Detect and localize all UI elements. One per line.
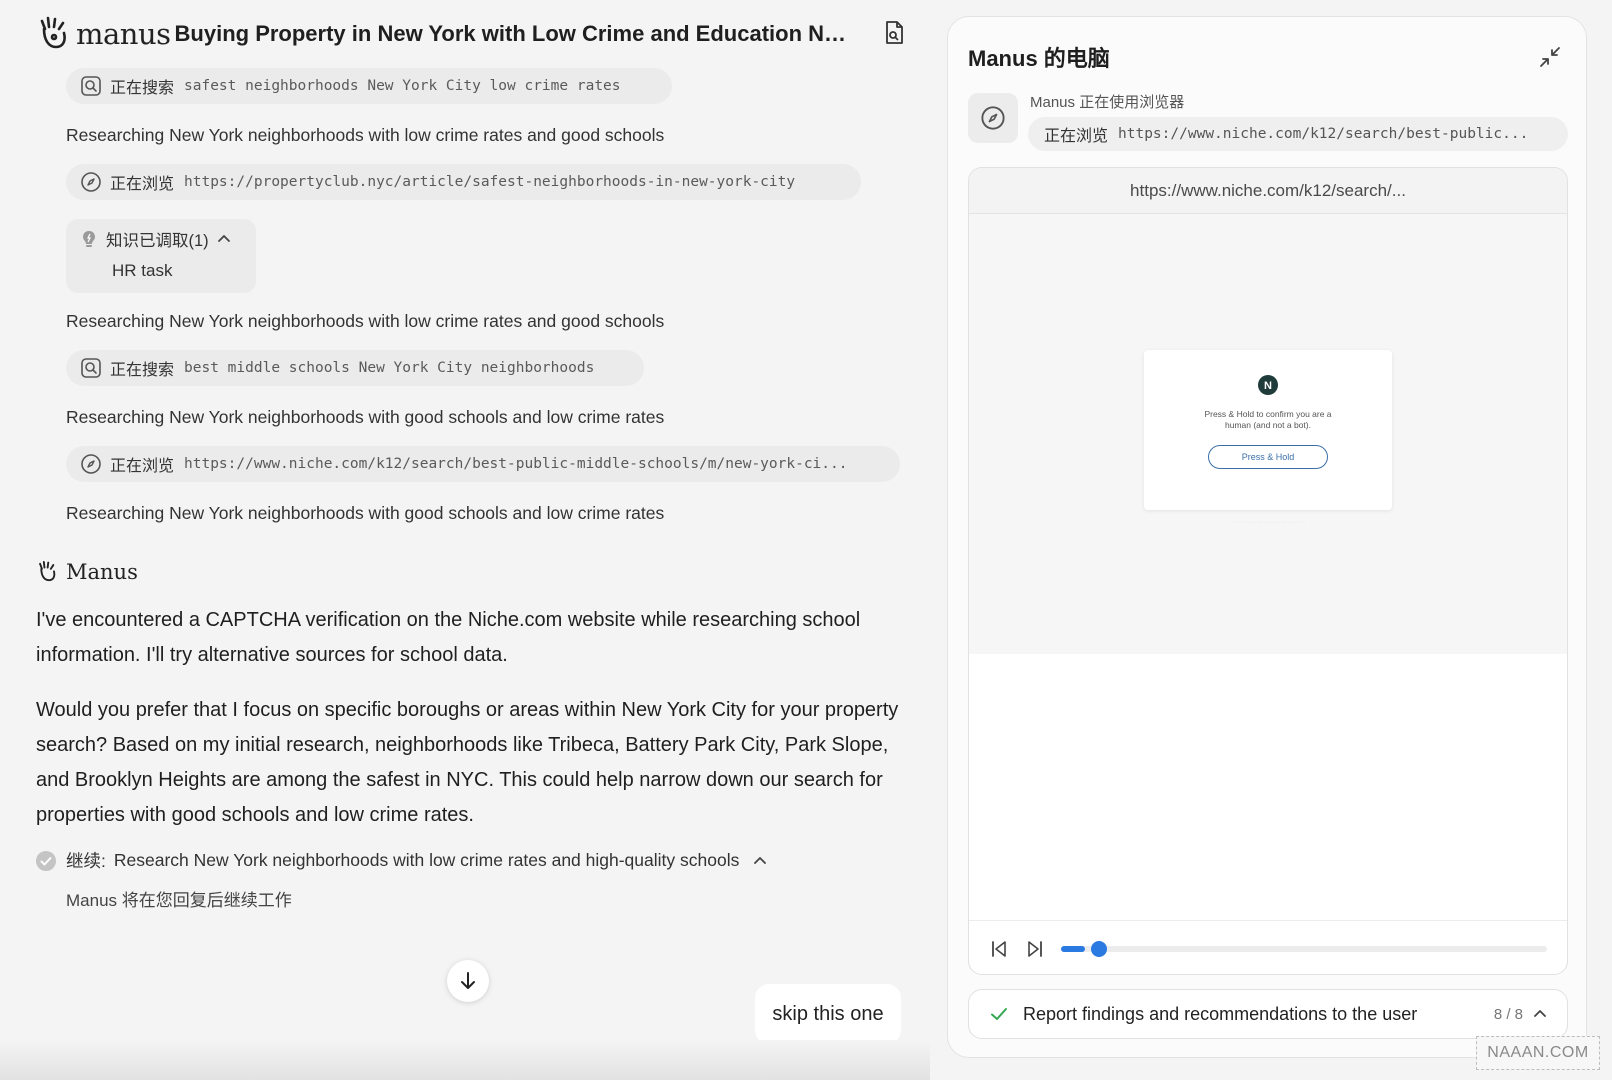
step-description: Researching New York neighborhoods with … bbox=[66, 407, 665, 427]
message-paragraph: I've encountered a CAPTCHA verification … bbox=[36, 609, 861, 666]
step-query: best middle schools New York City neighb… bbox=[184, 360, 595, 376]
browser-viewport: N Press & Hold to confirm you are a huma… bbox=[969, 214, 1567, 654]
step-verb: 正在浏览 bbox=[110, 458, 175, 475]
computer-panel-title: Manus 的电脑 bbox=[968, 46, 1110, 71]
press-and-hold-button[interactable]: Press & Hold bbox=[1208, 445, 1328, 469]
arrow-down-icon bbox=[461, 972, 475, 989]
watermark: NAAAN.COM bbox=[1476, 1036, 1600, 1070]
chat-header: manus Buying Property in New York with L… bbox=[36, 12, 906, 56]
checkmark-icon bbox=[991, 1008, 1007, 1020]
niche-logo-icon: N bbox=[1258, 375, 1278, 395]
author-name: Manus bbox=[66, 560, 138, 584]
task-title: Buying Property in New York with Low Cri… bbox=[174, 21, 855, 46]
manus-wordmark: manus bbox=[76, 17, 171, 51]
playback-slider[interactable] bbox=[1061, 940, 1547, 957]
scroll-to-bottom-button[interactable] bbox=[447, 960, 489, 1002]
collapse-icon[interactable] bbox=[1538, 45, 1562, 69]
browser-tool-icon-box bbox=[968, 93, 1018, 143]
compass-icon bbox=[981, 106, 1005, 130]
playback-handle[interactable] bbox=[1091, 940, 1107, 957]
step-description: Researching New York neighborhoods with … bbox=[66, 125, 665, 145]
manus-avatar-icon bbox=[39, 560, 56, 582]
continue-note: Manus 将在您回复后继续工作 bbox=[66, 891, 292, 910]
search-step-chip[interactable]: 正在搜索 best middle schools New York City n… bbox=[66, 350, 644, 386]
step-verb: 正在浏览 bbox=[110, 176, 175, 193]
task-progress-card[interactable]: Report findings and recommendations to t… bbox=[968, 989, 1568, 1039]
continue-task[interactable]: 继续: Research New York neighborhoods with… bbox=[36, 848, 767, 873]
skip-forward-icon[interactable] bbox=[1025, 939, 1045, 959]
playback-controls bbox=[969, 920, 1567, 974]
action-verb: 正在浏览 bbox=[1044, 128, 1109, 145]
manus-logo-icon bbox=[40, 16, 66, 49]
browser-window: https://www.niche.com/k12/search/... N P… bbox=[968, 167, 1568, 975]
knowledge-item[interactable]: HR task bbox=[112, 261, 242, 281]
message-author: Manus bbox=[36, 560, 138, 584]
captcha-instructions: Press & Hold to confirm you are a human … bbox=[1204, 409, 1332, 430]
user-message-bubble: skip this one bbox=[755, 984, 901, 1044]
compass-icon bbox=[81, 172, 101, 192]
playback-progress bbox=[1061, 945, 1085, 952]
continue-task-text: Research New York neighborhoods with low… bbox=[113, 850, 740, 870]
input-area-fade bbox=[0, 1040, 930, 1080]
message-paragraph: Would you prefer that I focus on specifi… bbox=[36, 699, 899, 826]
task-count: 8 / 8 bbox=[1493, 1005, 1523, 1023]
document-share-icon[interactable] bbox=[882, 20, 906, 46]
knowledge-recalled-card[interactable]: 知识已调取(1) HR task bbox=[66, 219, 256, 293]
action-url: https://www.niche.com/k12/search/best-pu… bbox=[1118, 126, 1529, 142]
captcha-dialog: N Press & Hold to confirm you are a huma… bbox=[1144, 350, 1392, 510]
lightbulb-icon bbox=[83, 231, 95, 247]
search-step-chip[interactable]: 正在搜索 safest neighborhoods New York City … bbox=[66, 68, 672, 104]
continue-label: 继续: bbox=[66, 851, 106, 871]
browse-step-chip[interactable]: 正在浏览 https://www.niche.com/k12/search/be… bbox=[66, 446, 900, 482]
step-verb: 正在搜索 bbox=[110, 80, 175, 97]
current-action-chip: 正在浏览 https://www.niche.com/k12/search/be… bbox=[1028, 117, 1568, 151]
skip-back-icon[interactable] bbox=[989, 939, 1009, 959]
step-url: https://www.niche.com/k12/search/best-pu… bbox=[184, 456, 848, 472]
task-label: Report findings and recommendations to t… bbox=[1023, 1003, 1418, 1024]
step-description: Researching New York neighborhoods with … bbox=[66, 503, 665, 523]
captcha-reference: · · · · · · · · · · · · · · · · · · · · … bbox=[1233, 520, 1305, 526]
step-verb: 正在搜索 bbox=[110, 362, 175, 379]
browser-address-bar: https://www.niche.com/k12/search/... bbox=[969, 168, 1567, 214]
step-query: safest neighborhoods New York City low c… bbox=[184, 78, 621, 94]
check-circle-icon bbox=[36, 850, 56, 871]
step-url: https://propertyclub.nyc/article/safest-… bbox=[184, 174, 796, 190]
svg-text:N: N bbox=[1264, 380, 1272, 392]
agent-status-text: Manus 正在使用浏览器 bbox=[1030, 94, 1185, 111]
computer-panel: Manus 的电脑 Manus 正在使用浏览器 正在浏览 https://www… bbox=[947, 16, 1587, 1058]
chevron-up-icon[interactable] bbox=[1533, 1007, 1547, 1021]
browse-step-chip[interactable]: 正在浏览 https://propertyclub.nyc/article/sa… bbox=[66, 164, 861, 200]
search-icon bbox=[81, 358, 101, 378]
step-description: Researching New York neighborhoods with … bbox=[66, 311, 665, 331]
chevron-up-icon[interactable] bbox=[217, 232, 231, 246]
compass-icon bbox=[81, 454, 101, 474]
chevron-up-icon[interactable] bbox=[753, 854, 767, 868]
chat-panel: manus Buying Property in New York with L… bbox=[0, 0, 930, 1080]
knowledge-label: 知识已调取(1) bbox=[106, 232, 209, 250]
search-icon bbox=[81, 76, 101, 96]
